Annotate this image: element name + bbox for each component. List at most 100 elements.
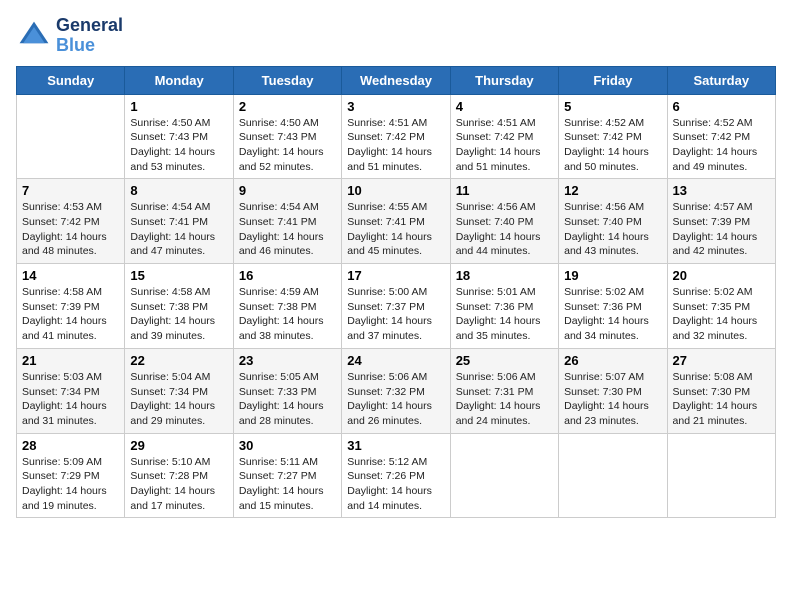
calendar-cell: 11Sunrise: 4:56 AMSunset: 7:40 PMDayligh…: [450, 179, 558, 264]
date-number: 5: [564, 99, 661, 114]
date-number: 9: [239, 183, 336, 198]
calendar-cell: 29 Sunrise: 5:10 AMSunset: 7:28 PMDayligh…: [125, 433, 233, 518]
calendar-cell: 17 Sunrise: 5:00 AMSunset: 7:37 PMDayligh…: [342, 264, 450, 349]
calendar-cell: 27 Sunrise: 5:08 AMSunset: 7:30 PMDayligh…: [667, 348, 775, 433]
cell-info: Sunrise: 5:08 AMSunset: 7:30 PMDaylight:…: [673, 370, 770, 429]
date-number: 13: [673, 183, 770, 198]
cell-info: Sunrise: 5:02 AMSunset: 7:35 PMDaylight:…: [673, 285, 770, 344]
day-header-saturday: Saturday: [667, 66, 775, 94]
date-number: 10: [347, 183, 444, 198]
calendar-cell: 13 Sunrise: 4:57 AMSunset: 7:39 PMDayligh…: [667, 179, 775, 264]
day-header-thursday: Thursday: [450, 66, 558, 94]
cell-info: Sunrise: 5:06 AMSunset: 7:32 PMDaylight:…: [347, 370, 444, 429]
cell-info: Sunrise: 5:01 AMSunset: 7:36 PMDaylight:…: [456, 285, 553, 344]
cell-info: Sunrise: 4:54 AMSunset: 7:41 PMDaylight:…: [239, 200, 336, 259]
cell-info: Sunrise: 4:51 AMSunset: 7:42 PMDaylight:…: [347, 116, 444, 175]
cell-info: Sunrise: 4:50 AMSunset: 7:43 PMDaylight:…: [130, 116, 227, 175]
calendar-cell: [559, 433, 667, 518]
date-number: 23: [239, 353, 336, 368]
calendar-cell: 2Sunrise: 4:50 AMSunset: 7:43 PMDaylight…: [233, 94, 341, 179]
calendar-cell: 4 Sunrise: 4:51 AMSunset: 7:42 PMDaylight…: [450, 94, 558, 179]
cell-info: Sunrise: 4:58 AMSunset: 7:38 PMDaylight:…: [130, 285, 227, 344]
date-number: 16: [239, 268, 336, 283]
cell-info: Sunrise: 4:50 AMSunset: 7:43 PMDaylight:…: [239, 116, 336, 175]
week-row-5: 28 Sunrise: 5:09 AMSunset: 7:29 PMDayligh…: [17, 433, 776, 518]
date-number: 19: [564, 268, 661, 283]
cell-info: Sunrise: 5:09 AMSunset: 7:29 PMDaylight:…: [22, 455, 119, 514]
cell-info: Sunrise: 4:54 AMSunset: 7:41 PMDaylight:…: [130, 200, 227, 259]
cell-info: Sunrise: 5:10 AMSunset: 7:28 PMDaylight:…: [130, 455, 227, 514]
cell-info: Sunrise: 4:57 AMSunset: 7:39 PMDaylight:…: [673, 200, 770, 259]
calendar-cell: 31 Sunrise: 5:12 AMSunset: 7:26 PMDayligh…: [342, 433, 450, 518]
logo-text: General Blue: [56, 16, 123, 56]
cell-info: Sunrise: 4:56 AMSunset: 7:40 PMDaylight:…: [564, 200, 661, 259]
day-header-sunday: Sunday: [17, 66, 125, 94]
date-number: 8: [130, 183, 227, 198]
calendar-cell: 3 Sunrise: 4:51 AMSunset: 7:42 PMDaylight…: [342, 94, 450, 179]
cell-info: Sunrise: 5:07 AMSunset: 7:30 PMDaylight:…: [564, 370, 661, 429]
date-number: 17: [347, 268, 444, 283]
cell-info: Sunrise: 4:51 AMSunset: 7:42 PMDaylight:…: [456, 116, 553, 175]
date-number: 12: [564, 183, 661, 198]
date-number: 31: [347, 438, 444, 453]
calendar-cell: 14Sunrise: 4:58 AMSunset: 7:39 PMDayligh…: [17, 264, 125, 349]
cell-info: Sunrise: 4:52 AMSunset: 7:42 PMDaylight:…: [564, 116, 661, 175]
date-number: 3: [347, 99, 444, 114]
cell-info: Sunrise: 5:06 AMSunset: 7:31 PMDaylight:…: [456, 370, 553, 429]
date-number: 11: [456, 183, 553, 198]
week-row-1: 1 Sunrise: 4:50 AMSunset: 7:43 PMDaylight…: [17, 94, 776, 179]
calendar-cell: 21 Sunrise: 5:03 AMSunset: 7:34 PMDayligh…: [17, 348, 125, 433]
date-number: 21: [22, 353, 119, 368]
cell-info: Sunrise: 4:58 AMSunset: 7:39 PMDaylight:…: [22, 285, 119, 344]
date-number: 24: [347, 353, 444, 368]
date-number: 6: [673, 99, 770, 114]
date-number: 7: [22, 183, 119, 198]
day-header-friday: Friday: [559, 66, 667, 94]
day-header-monday: Monday: [125, 66, 233, 94]
date-number: 22: [130, 353, 227, 368]
week-row-2: 7 Sunrise: 4:53 AMSunset: 7:42 PMDaylight…: [17, 179, 776, 264]
calendar-cell: 9 Sunrise: 4:54 AMSunset: 7:41 PMDaylight…: [233, 179, 341, 264]
date-number: 28: [22, 438, 119, 453]
date-number: 1: [130, 99, 227, 114]
date-number: 30: [239, 438, 336, 453]
calendar-cell: [17, 94, 125, 179]
calendar-cell: 25Sunrise: 5:06 AMSunset: 7:31 PMDayligh…: [450, 348, 558, 433]
calendar-cell: 20 Sunrise: 5:02 AMSunset: 7:35 PMDayligh…: [667, 264, 775, 349]
calendar-cell: 26 Sunrise: 5:07 AMSunset: 7:30 PMDayligh…: [559, 348, 667, 433]
date-number: 29: [130, 438, 227, 453]
calendar-cell: 10 Sunrise: 4:55 AMSunset: 7:41 PMDayligh…: [342, 179, 450, 264]
cell-info: Sunrise: 5:04 AMSunset: 7:34 PMDaylight:…: [130, 370, 227, 429]
calendar-cell: 6Sunrise: 4:52 AMSunset: 7:42 PMDaylight…: [667, 94, 775, 179]
cell-info: Sunrise: 5:12 AMSunset: 7:26 PMDaylight:…: [347, 455, 444, 514]
date-number: 15: [130, 268, 227, 283]
calendar-cell: 30 Sunrise: 5:11 AMSunset: 7:27 PMDayligh…: [233, 433, 341, 518]
cell-info: Sunrise: 5:00 AMSunset: 7:37 PMDaylight:…: [347, 285, 444, 344]
calendar-cell: [667, 433, 775, 518]
header-row: SundayMondayTuesdayWednesdayThursdayFrid…: [17, 66, 776, 94]
calendar-cell: 15 Sunrise: 4:58 AMSunset: 7:38 PMDayligh…: [125, 264, 233, 349]
cell-info: Sunrise: 5:03 AMSunset: 7:34 PMDaylight:…: [22, 370, 119, 429]
calendar-cell: 24 Sunrise: 5:06 AMSunset: 7:32 PMDayligh…: [342, 348, 450, 433]
calendar-cell: 18Sunrise: 5:01 AMSunset: 7:36 PMDayligh…: [450, 264, 558, 349]
calendar-cell: 28 Sunrise: 5:09 AMSunset: 7:29 PMDayligh…: [17, 433, 125, 518]
cell-info: Sunrise: 5:05 AMSunset: 7:33 PMDaylight:…: [239, 370, 336, 429]
day-header-wednesday: Wednesday: [342, 66, 450, 94]
calendar-cell: 5 Sunrise: 4:52 AMSunset: 7:42 PMDaylight…: [559, 94, 667, 179]
date-number: 26: [564, 353, 661, 368]
calendar-cell: 7 Sunrise: 4:53 AMSunset: 7:42 PMDaylight…: [17, 179, 125, 264]
page-header: General Blue: [16, 16, 776, 56]
date-number: 4: [456, 99, 553, 114]
calendar-table: SundayMondayTuesdayWednesdayThursdayFrid…: [16, 66, 776, 519]
week-row-3: 14Sunrise: 4:58 AMSunset: 7:39 PMDayligh…: [17, 264, 776, 349]
cell-info: Sunrise: 4:55 AMSunset: 7:41 PMDaylight:…: [347, 200, 444, 259]
week-row-4: 21 Sunrise: 5:03 AMSunset: 7:34 PMDayligh…: [17, 348, 776, 433]
cell-info: Sunrise: 5:11 AMSunset: 7:27 PMDaylight:…: [239, 455, 336, 514]
cell-info: Sunrise: 4:53 AMSunset: 7:42 PMDaylight:…: [22, 200, 119, 259]
date-number: 20: [673, 268, 770, 283]
logo: General Blue: [16, 16, 123, 56]
day-header-tuesday: Tuesday: [233, 66, 341, 94]
calendar-cell: 8 Sunrise: 4:54 AMSunset: 7:41 PMDaylight…: [125, 179, 233, 264]
calendar-cell: [450, 433, 558, 518]
date-number: 27: [673, 353, 770, 368]
